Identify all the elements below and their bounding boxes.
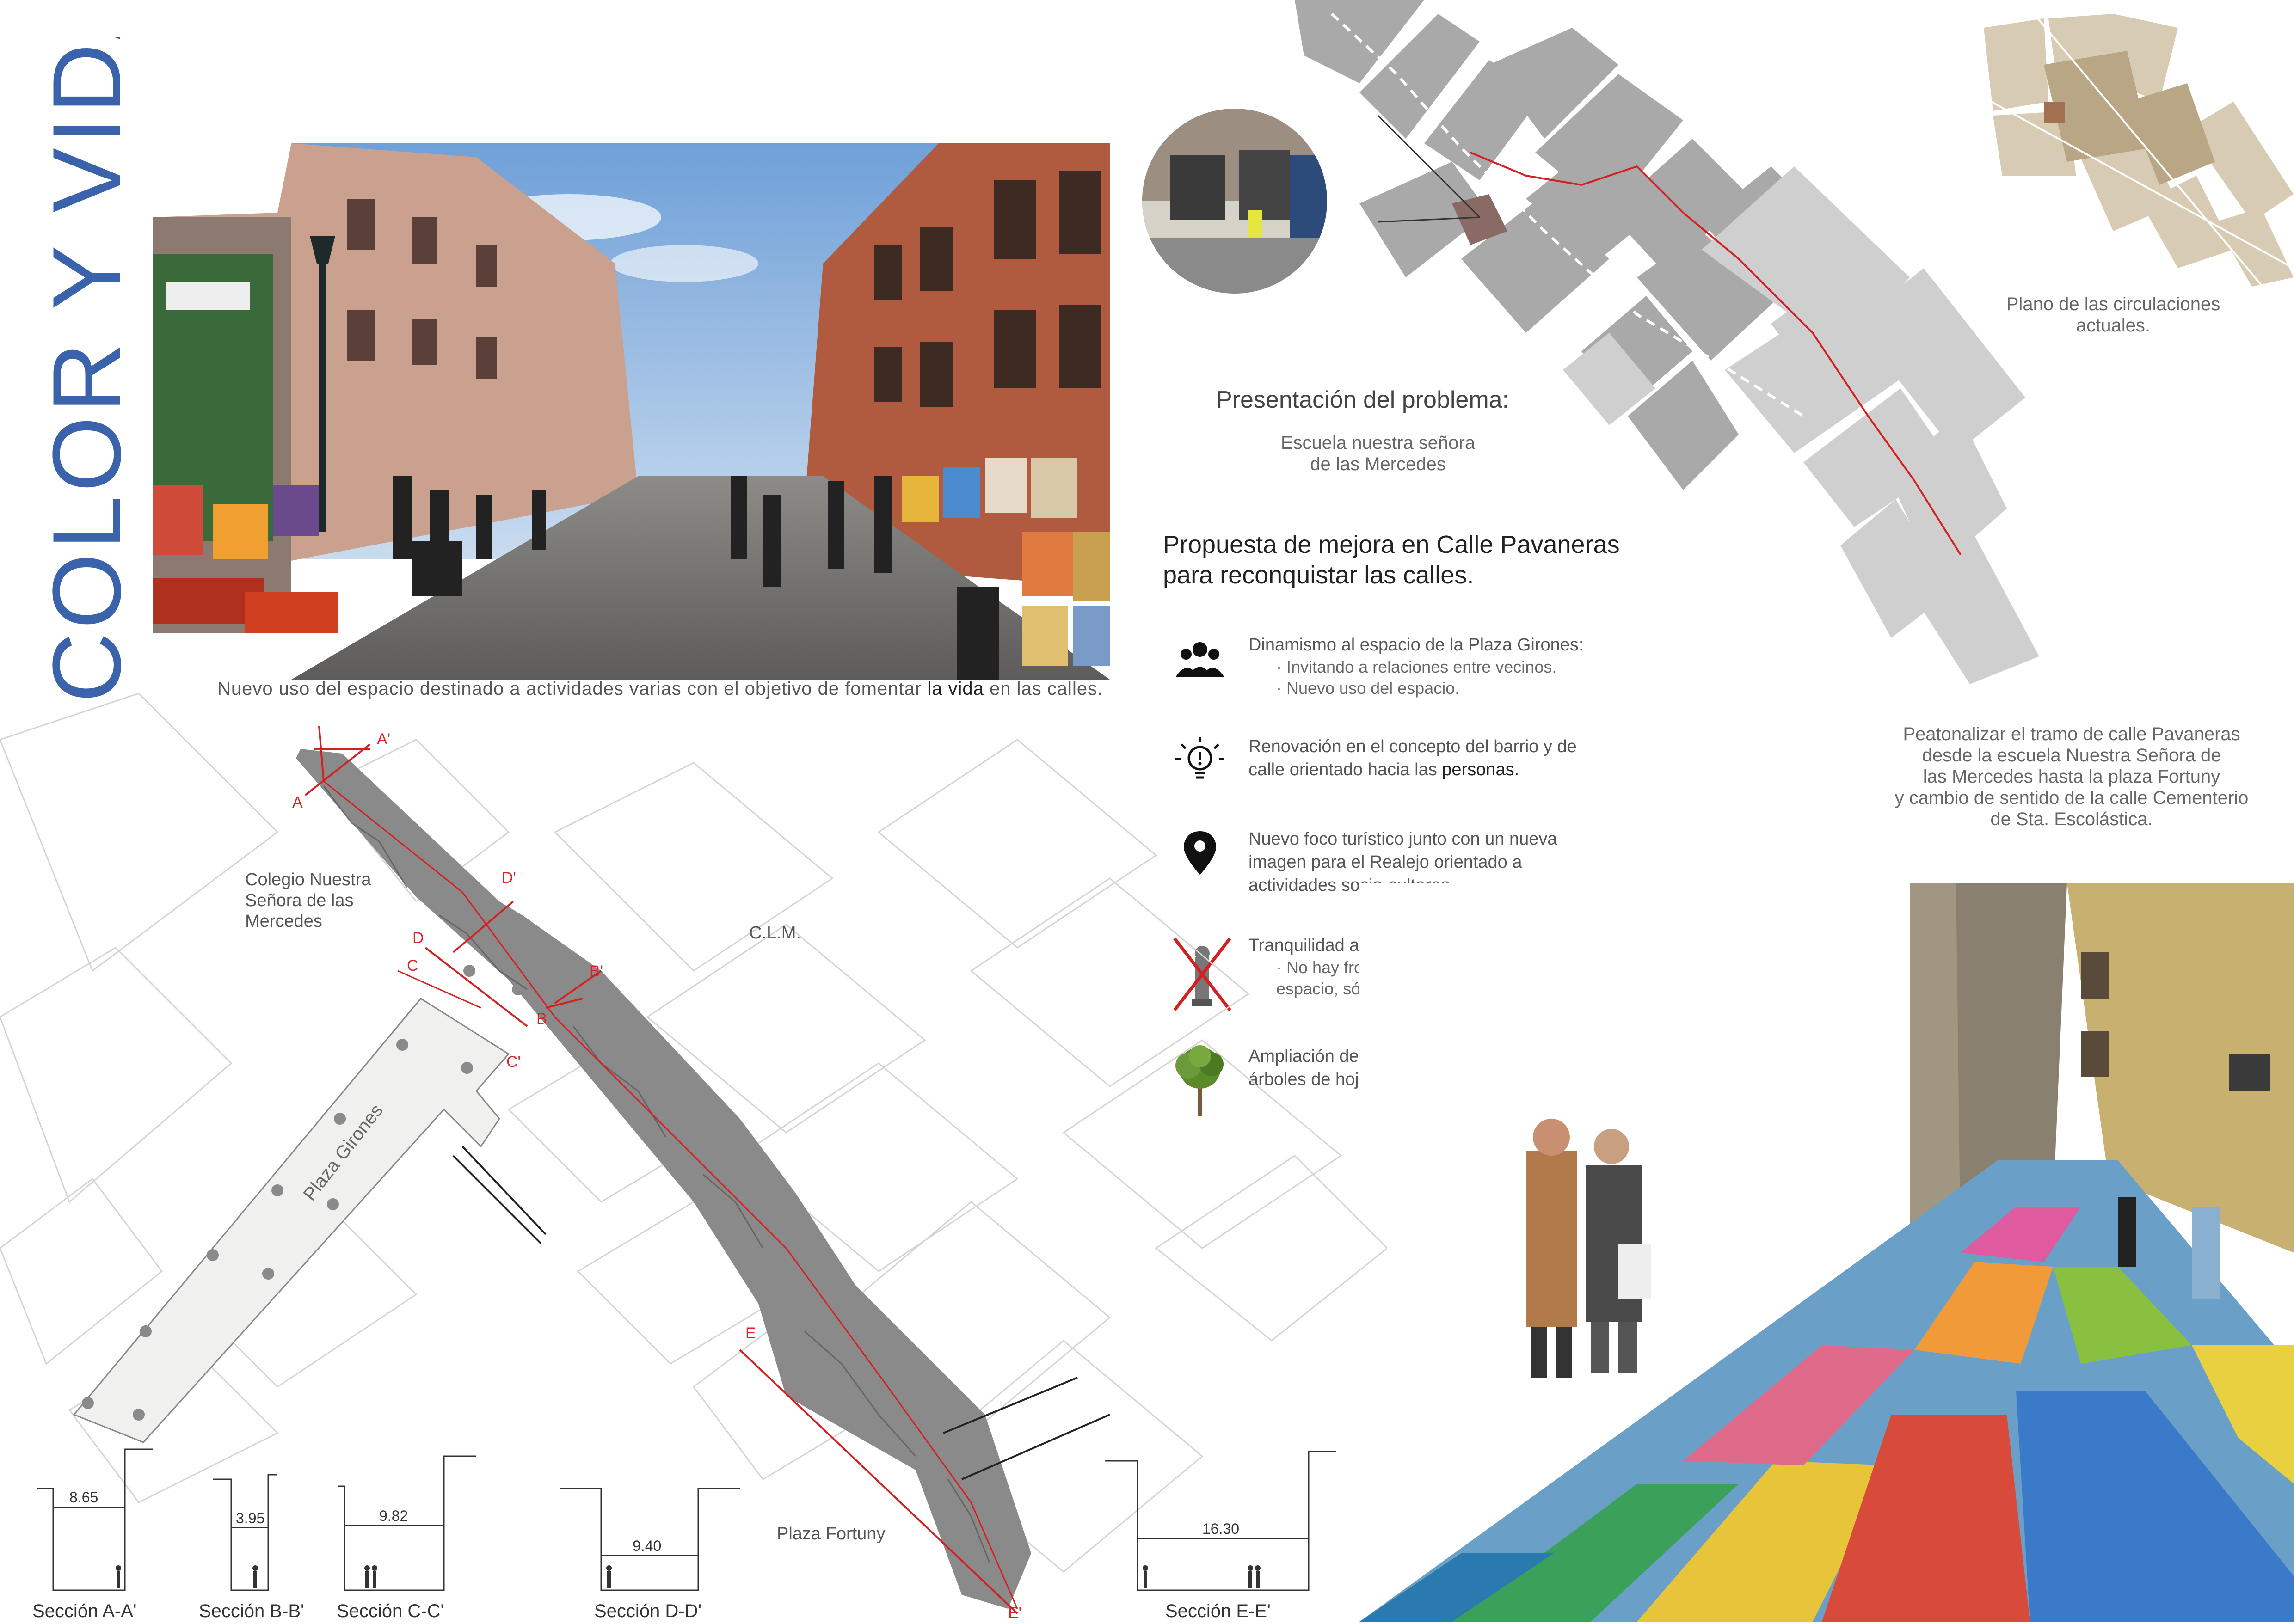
colorful-street-photo: [1359, 883, 2294, 1622]
problem-subtitle-line1: Escuela nuestra señora: [1280, 433, 1476, 453]
section-d-width: 9.40: [633, 1538, 661, 1554]
circulation-plan-caption: Plano de las circulaciones actuales.: [1998, 294, 2229, 336]
school-label-line2: Señora de las: [245, 891, 354, 910]
pedestrian-note-line3: las Mercedes hasta la plaza Fortuny: [1923, 766, 2220, 787]
section-b-label: Sección B-B': [199, 1601, 304, 1621]
street-sections-row: 8.65 3.95 9.82 9.40 16.30 Sección A-A' S…: [0, 1442, 1387, 1622]
pedestrian-note: Peatonalizar el tramo de calle Pavaneras…: [1877, 723, 2266, 830]
problem-heading: Presentación del problema:: [1216, 386, 1509, 413]
mark-a: A: [292, 794, 303, 811]
feature-renovation-highlight: personas.: [1442, 760, 1519, 779]
circulation-plan-map: [1974, 8, 2294, 297]
street-activities-photo: [153, 125, 1110, 680]
mark-c-prime: C': [506, 1053, 521, 1071]
page-title: COLOR Y VIDA: [32, 0, 148, 703]
proposal-line2: para reconquistar las calles.: [1163, 561, 1474, 589]
circulation-plan-line2: actuales.: [2076, 315, 2151, 336]
section-c-label: Sección C-C': [337, 1601, 444, 1621]
page-title-text: COLOR Y VIDA: [37, 37, 141, 703]
mark-b-prime: B': [590, 962, 603, 980]
feature-dynamism-sub1: · Invitando a relaciones entre vecinos.: [1276, 657, 1557, 676]
proposal-heading: Propuesta de mejora en Calle Pavaneras p…: [1163, 529, 1620, 590]
group-icon: [1175, 633, 1225, 684]
section-d-label: Sección D-D': [594, 1601, 701, 1621]
clm-label: C.L.M.: [749, 923, 801, 943]
problem-subtitle: Escuela nuestra señora de las Mercedes: [1239, 432, 1517, 475]
pedestrian-note-line4: y cambio de sentido de la calle Cementer…: [1894, 788, 2249, 808]
section-b-width: 3.95: [236, 1510, 264, 1526]
mark-d-prime: D': [502, 869, 516, 887]
section-e-label: Sección E-E': [1165, 1601, 1271, 1621]
circulation-plan-line1: Plano de las circulaciones: [2006, 294, 2220, 314]
pedestrian-note-line2: desde la escuela Nuestra Señora de: [1922, 745, 2221, 766]
section-a-width: 8.65: [69, 1489, 98, 1506]
school-label-line3: Mercedes: [245, 912, 322, 931]
feature-dynamism-title: Dinamismo al espacio de la Plaza Girones…: [1248, 635, 1584, 655]
pedestrian-note-line5: de Sta. Escolástica.: [1990, 809, 2153, 829]
section-c-width: 9.82: [379, 1508, 408, 1524]
mark-b: B: [536, 1010, 547, 1028]
mark-a-prime: A': [377, 730, 390, 748]
mark-d: D: [412, 929, 424, 947]
mark-e: E: [745, 1324, 756, 1342]
proposal-line1: Propuesta de mejora en Calle Pavaneras: [1163, 531, 1620, 558]
problem-subtitle-line2: de las Mercedes: [1310, 454, 1446, 474]
school-label-line1: Colegio Nuestra: [245, 870, 371, 889]
mark-c: C: [407, 957, 418, 974]
school-circle-photo: [1142, 109, 1327, 294]
pedestrian-note-line1: Peatonalizar el tramo de calle Pavaneras: [1903, 724, 2240, 744]
section-a-label: Sección A-A': [32, 1601, 137, 1621]
section-e-width: 16.30: [1202, 1520, 1239, 1537]
